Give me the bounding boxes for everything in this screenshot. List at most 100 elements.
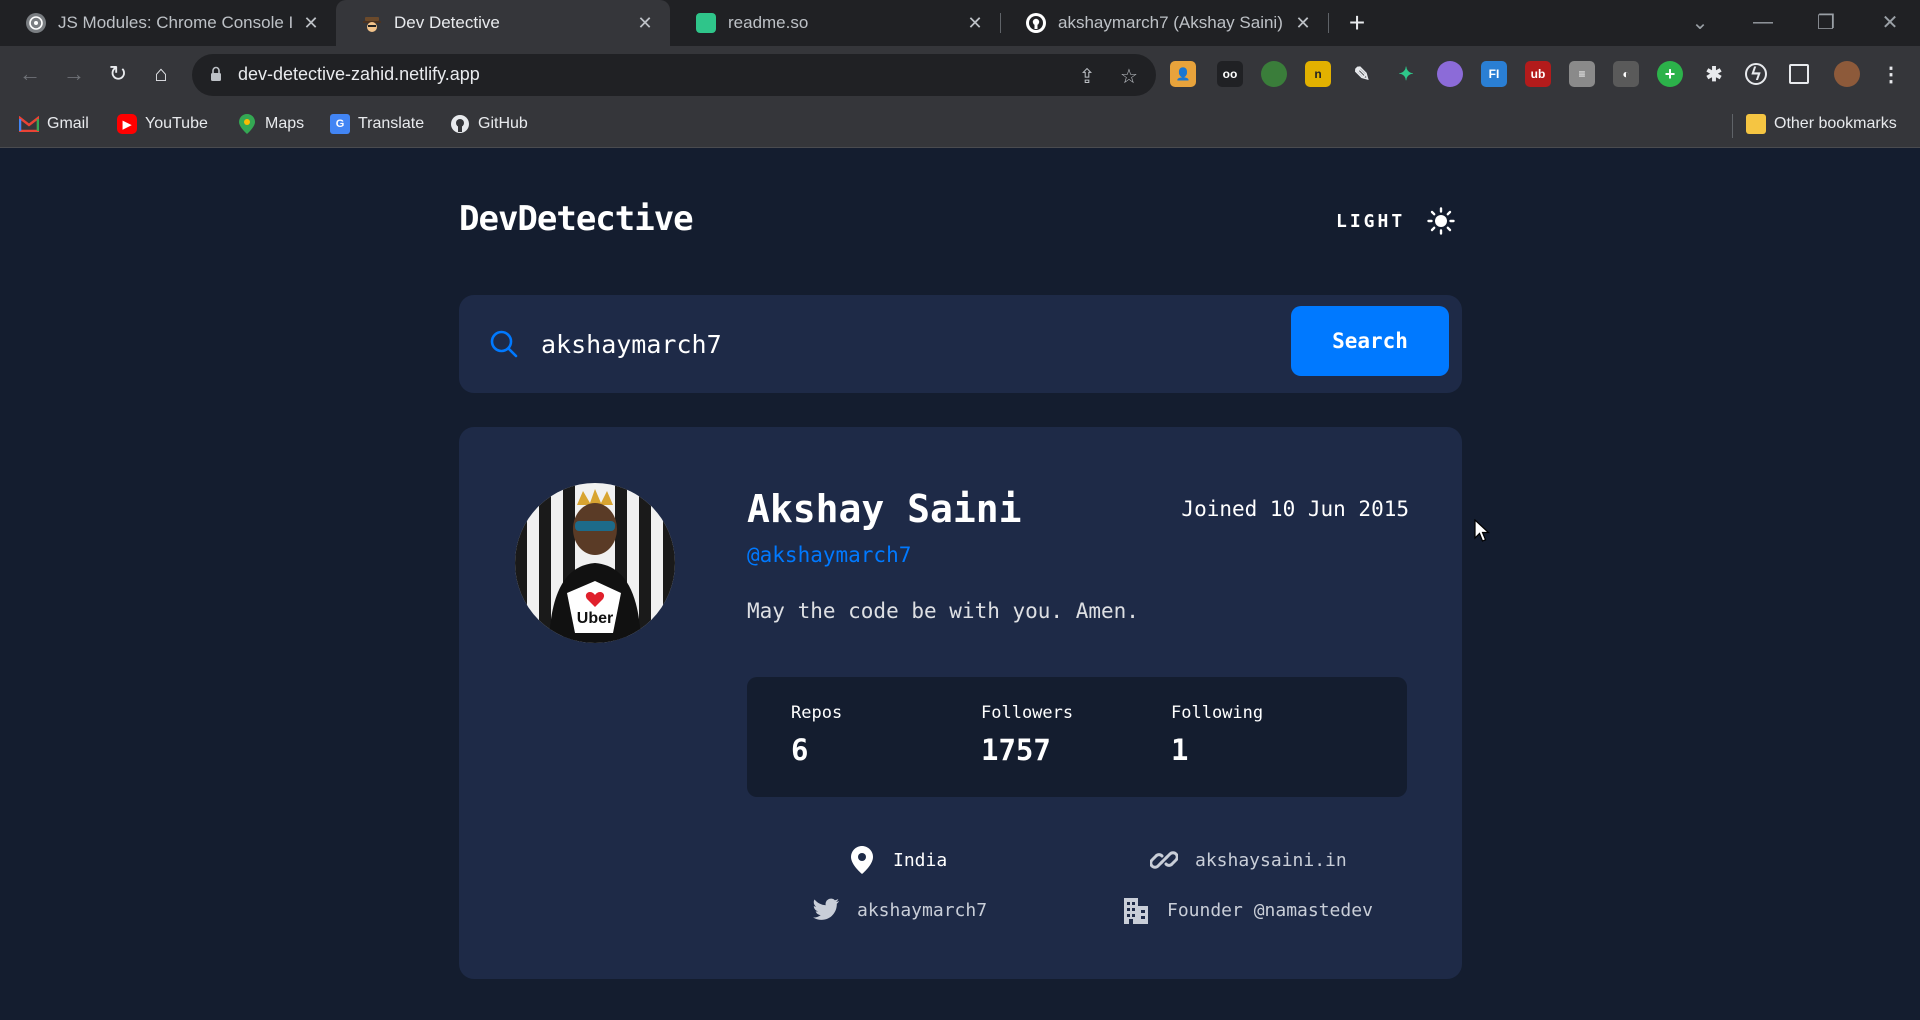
bookmark-label: Translate bbox=[358, 115, 425, 132]
address-bar[interactable]: dev-detective-zahid.netlify.app ⇪ ☆ bbox=[192, 54, 1156, 96]
translate-icon: G bbox=[330, 114, 350, 134]
link-icon bbox=[1149, 845, 1179, 875]
app-logo: DevDetective bbox=[459, 199, 694, 239]
bookmark-translate[interactable]: G Translate bbox=[330, 114, 424, 134]
ublock-icon[interactable]: ub bbox=[1525, 61, 1551, 87]
extension-icon[interactable]: ✦ bbox=[1393, 61, 1419, 87]
bookmark-github[interactable]: GitHub bbox=[450, 114, 528, 134]
stat-repos: Repos 6 bbox=[791, 703, 842, 767]
joined-date: Joined 10 Jun 2015 bbox=[1181, 497, 1409, 521]
dev-detective-page: DevDetective LIGHT Search bbox=[0, 149, 1920, 1020]
lock-icon bbox=[211, 66, 221, 81]
other-bookmarks[interactable]: Other bookmarks bbox=[1746, 114, 1897, 134]
bookmark-label: Gmail bbox=[47, 115, 89, 132]
twitter-handle[interactable]: akshaymarch7 bbox=[857, 900, 987, 921]
search-bar: Search bbox=[459, 295, 1462, 393]
menu-icon[interactable]: ⋮ bbox=[1878, 61, 1904, 87]
extension-icon[interactable] bbox=[1437, 61, 1463, 87]
stat-label: Repos bbox=[791, 703, 843, 723]
website-link[interactable]: akshaysaini.in bbox=[1195, 850, 1347, 871]
extension-icon[interactable] bbox=[1261, 61, 1287, 87]
stat-value: 1757 bbox=[981, 733, 1051, 767]
tab-title: akshaymarch7 (Akshay Saini) bbox=[1058, 13, 1283, 32]
avatar: Uber bbox=[515, 483, 675, 643]
github-icon bbox=[1026, 13, 1046, 33]
restore-button[interactable]: ❐ bbox=[1806, 4, 1846, 40]
building-icon bbox=[1121, 895, 1151, 925]
minimize-button[interactable]: — bbox=[1743, 4, 1783, 40]
info-company: Founder @namastedev bbox=[1121, 895, 1373, 925]
browser-toolbar: ← → ↻ ⌂ dev-detective-zahid.netlify.app … bbox=[0, 46, 1920, 102]
new-tab-button[interactable]: + bbox=[1340, 6, 1374, 40]
extension-icon[interactable]: ◐ bbox=[1613, 61, 1639, 87]
color-picker-icon[interactable]: ✎ bbox=[1349, 61, 1375, 87]
extension-icon[interactable]: ≡ bbox=[1569, 61, 1595, 87]
stat-following: Following 1 bbox=[1171, 703, 1263, 767]
mouse-cursor-icon bbox=[1474, 519, 1490, 542]
stat-followers: Followers 1757 bbox=[981, 703, 1073, 767]
stat-label: Following bbox=[1171, 703, 1264, 723]
bookmark-label: Maps bbox=[265, 115, 305, 132]
detective-icon bbox=[362, 13, 382, 33]
url-text: dev-detective-zahid.netlify.app bbox=[238, 64, 480, 84]
tab-divider bbox=[1328, 13, 1329, 33]
location-text: India bbox=[893, 849, 948, 871]
profile-avatar[interactable] bbox=[1834, 61, 1860, 87]
company-text: Founder @namastedev bbox=[1167, 899, 1373, 921]
bookmark-gmail[interactable]: Gmail bbox=[19, 114, 89, 134]
tab-dev-detective[interactable]: Dev Detective ✕ bbox=[336, 0, 670, 46]
extensions-puzzle-icon[interactable]: ✱ bbox=[1701, 61, 1727, 87]
tab-js-modules[interactable]: JS Modules: Chrome Console Issu ✕ bbox=[0, 0, 336, 46]
info-website[interactable]: akshaysaini.in bbox=[1149, 845, 1347, 875]
theme-toggle[interactable]: LIGHT bbox=[1336, 207, 1455, 235]
browser-tab-strip: JS Modules: Chrome Console Issu ✕ Dev De… bbox=[0, 0, 1920, 46]
close-tab-icon[interactable]: ✕ bbox=[964, 12, 986, 34]
stats-panel: Repos 6 Followers 1757 Following 1 bbox=[747, 677, 1407, 797]
close-tab-icon[interactable]: ✕ bbox=[1292, 12, 1314, 34]
bookmark-star-icon[interactable]: ☆ bbox=[1116, 63, 1142, 89]
readme-icon bbox=[696, 13, 716, 33]
tab-title: Dev Detective bbox=[394, 13, 500, 32]
twitter-icon bbox=[811, 895, 841, 925]
close-tab-icon[interactable]: ✕ bbox=[300, 12, 322, 34]
forward-button[interactable]: → bbox=[58, 58, 90, 90]
github-icon bbox=[450, 114, 470, 134]
home-button[interactable]: ⌂ bbox=[145, 58, 177, 90]
search-input[interactable] bbox=[541, 322, 1241, 366]
user-name: Akshay Saini bbox=[747, 487, 1022, 531]
user-bio: May the code be with you. Amen. bbox=[747, 599, 1139, 623]
close-window-button[interactable]: ✕ bbox=[1870, 4, 1910, 40]
user-handle-link[interactable]: @akshaymarch7 bbox=[747, 543, 911, 567]
close-tab-icon[interactable]: ✕ bbox=[634, 12, 656, 34]
search-icon bbox=[490, 330, 518, 358]
other-bookmarks-label: Other bookmarks bbox=[1774, 115, 1897, 132]
bookmarks-divider bbox=[1732, 114, 1733, 138]
back-button[interactable]: ← bbox=[14, 58, 46, 90]
extension-icon[interactable]: + bbox=[1657, 61, 1683, 87]
bookmark-label: YouTube bbox=[145, 115, 208, 132]
bookmarks-bar: Gmail ▶ YouTube Maps G Translate GitHub … bbox=[0, 102, 1920, 148]
sun-icon bbox=[1427, 207, 1455, 235]
info-location: India bbox=[847, 845, 947, 875]
search-button[interactable]: Search bbox=[1291, 306, 1449, 376]
maps-icon bbox=[237, 114, 257, 134]
svg-text:Uber: Uber bbox=[577, 610, 613, 627]
info-twitter[interactable]: akshaymarch7 bbox=[811, 895, 987, 925]
bookmark-youtube[interactable]: ▶ YouTube bbox=[117, 114, 208, 134]
extension-icon[interactable]: 👤 bbox=[1170, 61, 1196, 87]
bookmark-maps[interactable]: Maps bbox=[237, 114, 304, 134]
tab-readme[interactable]: readme.so ✕ bbox=[670, 0, 1000, 46]
performance-icon[interactable]: ϟ bbox=[1745, 63, 1767, 85]
extension-icon[interactable]: FI bbox=[1481, 61, 1507, 87]
gmail-icon bbox=[19, 114, 39, 134]
stat-label: Followers bbox=[981, 703, 1074, 723]
tab-search-icon[interactable]: ⌄ bbox=[1680, 4, 1720, 40]
extension-icon[interactable]: n bbox=[1305, 61, 1331, 87]
stat-value: 1 bbox=[1171, 733, 1189, 767]
tab-github[interactable]: akshaymarch7 (Akshay Saini) ✕ bbox=[1000, 0, 1328, 46]
side-panel-icon[interactable] bbox=[1789, 64, 1809, 84]
tab-title: JS Modules: Chrome Console Issu bbox=[58, 13, 292, 32]
reload-button[interactable]: ↻ bbox=[102, 58, 134, 90]
share-icon[interactable]: ⇪ bbox=[1074, 63, 1100, 89]
extension-icon[interactable]: oo bbox=[1217, 61, 1243, 87]
